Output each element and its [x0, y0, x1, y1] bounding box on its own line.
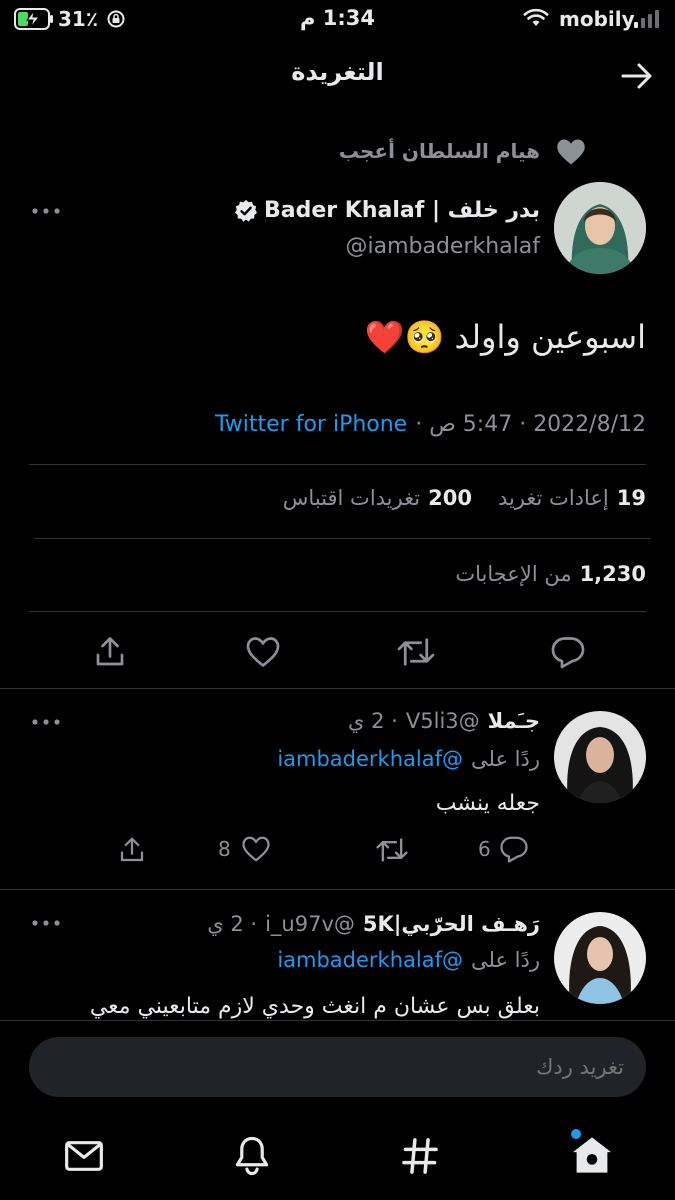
- reply-count: 6: [478, 837, 491, 861]
- bottom-tab-bar: [0, 1108, 675, 1200]
- status-bar: 31٪ 1:34 م mobily: [0, 0, 675, 40]
- retweets-count: 19: [616, 486, 646, 510]
- heart-icon: [557, 139, 585, 165]
- reply-reply-button[interactable]: 6: [478, 835, 529, 863]
- reply-more-button[interactable]: [28, 709, 64, 735]
- author-name-row[interactable]: بدر خلف | Bader Khalaf: [234, 198, 540, 223]
- social-context[interactable]: هيام السلطان أعجب: [338, 136, 590, 170]
- more-horizontal-icon: [32, 208, 60, 214]
- reply-item[interactable]: جـَملا @V5li3 · 2 ي ردًا على @iambaderkh…: [0, 689, 675, 889]
- wifi-icon: [523, 8, 549, 28]
- like-button[interactable]: [241, 630, 285, 674]
- tweet-meta-row: Twitter for iPhone 2022/8/12 · 5:47 ص ·: [215, 412, 646, 437]
- reply-share-button[interactable]: [114, 833, 150, 867]
- signal-icon: [633, 9, 663, 29]
- divider: [29, 611, 646, 612]
- heart-outline-icon: [246, 637, 280, 667]
- arrow-right-icon: [621, 63, 652, 89]
- carrier-name: mobily: [559, 7, 635, 31]
- likes-count: 1,230: [579, 562, 646, 586]
- replying-to: ردًا على @iambaderkhalaf: [277, 747, 540, 771]
- reply-button[interactable]: [546, 630, 590, 674]
- tweet-timestamp: 2022/8/12 · 5:47 ص ·: [415, 412, 646, 437]
- verified-badge-icon: [235, 199, 257, 222]
- quotes-count: 200: [428, 486, 472, 510]
- more-horizontal-icon: [32, 920, 60, 926]
- mail-icon: [65, 1141, 103, 1171]
- reply-author-handle[interactable]: @i_u97v: [265, 912, 355, 936]
- tweet-source[interactable]: Twitter for iPhone: [215, 412, 407, 437]
- reply-header: جـَملا @V5li3 · 2 ي: [348, 709, 540, 733]
- divider: [0, 1020, 675, 1021]
- tab-notifications[interactable]: [228, 1130, 276, 1182]
- reply-text: جعله ينشب: [435, 791, 540, 816]
- reply-input[interactable]: [29, 1037, 646, 1097]
- quotes-label: تغريدات اقتباس: [282, 486, 421, 510]
- heart-outline-icon: [242, 836, 270, 862]
- bell-icon: [235, 1136, 269, 1176]
- retweet-stats-row[interactable]: 19 إعادات تغريد 200 تغريدات اقتباس: [283, 486, 646, 510]
- back-button[interactable]: [614, 56, 660, 96]
- reply-icon: [500, 836, 528, 863]
- likes-label: من الإعجابات: [455, 562, 572, 586]
- reply-text: بعلق بس عشان م انغث وحدي لازم متابعيني م…: [89, 994, 540, 1019]
- share-button[interactable]: [88, 630, 132, 674]
- replying-to: ردًا على @iambaderkhalaf: [277, 948, 540, 972]
- reply-time: · 2 ي: [207, 912, 258, 936]
- replying-to-handle[interactable]: @iambaderkhalaf: [277, 948, 463, 972]
- retweet-icon: [397, 638, 435, 666]
- reply-author-name[interactable]: جـَملا: [488, 709, 540, 733]
- retweets-label: إعادات تغريد: [497, 486, 609, 510]
- retweet-icon: [376, 838, 408, 862]
- reply-composer[interactable]: [29, 1037, 646, 1097]
- more-horizontal-icon: [32, 719, 60, 725]
- share-icon: [96, 637, 124, 666]
- author-handle[interactable]: @iambaderkhalaf: [345, 234, 540, 259]
- tab-explore[interactable]: [396, 1132, 444, 1180]
- reply-icon: [551, 637, 585, 669]
- tab-messages[interactable]: [60, 1132, 108, 1180]
- reply-author-handle[interactable]: @V5li3: [406, 709, 480, 733]
- replying-to-label: ردًا على: [471, 948, 540, 972]
- page-title: التغريدة: [291, 58, 384, 86]
- share-icon: [120, 837, 144, 862]
- reply-avatar[interactable]: [554, 912, 646, 1004]
- reply-item[interactable]: رَهـف الحرّبي|5K @i_u97v · 2 ي ردًا على …: [0, 890, 675, 1020]
- social-context-text: هيام السلطان أعجب: [338, 139, 540, 163]
- likes-stats-row[interactable]: 1,230 من الإعجابات: [455, 562, 646, 586]
- tweet-text: اسبوعين واولد 🥺❤️: [364, 318, 646, 356]
- reply-like-button[interactable]: 8: [218, 835, 271, 863]
- reply-time: · 2 ي: [348, 709, 398, 733]
- author-name: بدر خلف | Bader Khalaf: [264, 198, 540, 223]
- hashtag-icon: [402, 1138, 438, 1174]
- reply-header: رَهـف الحرّبي|5K @i_u97v · 2 ي: [207, 912, 540, 936]
- author-avatar[interactable]: [554, 182, 646, 274]
- page-header: التغريدة: [0, 44, 675, 108]
- divider: [34, 538, 651, 539]
- divider: [29, 464, 646, 465]
- replying-to-handle[interactable]: @iambaderkhalaf: [277, 747, 463, 771]
- reply-more-button[interactable]: [28, 910, 64, 936]
- reply-retweet-button[interactable]: [372, 833, 412, 867]
- replying-to-label: ردًا على: [471, 747, 540, 771]
- reply-author-name[interactable]: رَهـف الحرّبي|5K: [363, 912, 540, 936]
- tweet-more-button[interactable]: [28, 198, 64, 224]
- new-content-dot: [571, 1129, 581, 1139]
- retweet-button[interactable]: [394, 630, 438, 674]
- reply-avatar[interactable]: [554, 711, 646, 803]
- reply-like-count: 8: [218, 837, 231, 861]
- home-icon: [572, 1137, 612, 1173]
